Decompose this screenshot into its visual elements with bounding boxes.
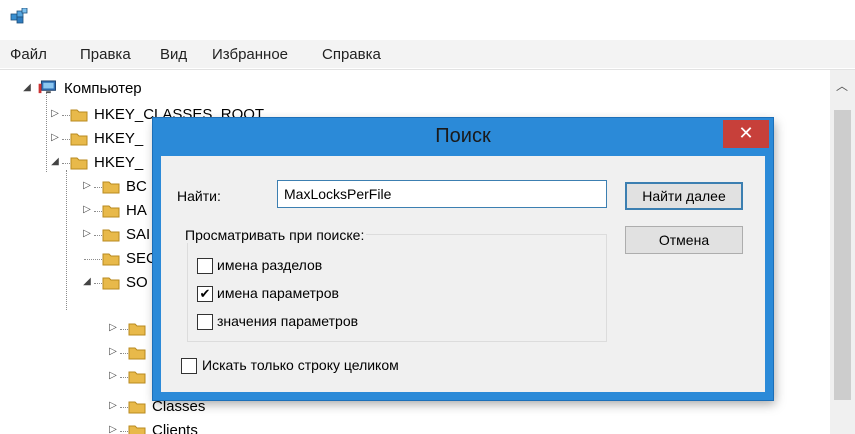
folder-icon (102, 277, 120, 290)
folder-icon (128, 347, 146, 360)
folder-icon (128, 323, 146, 336)
tree-guide-line (46, 92, 47, 172)
dialog-body: Найти: Найти далее Отмена Просматривать … (161, 156, 765, 392)
folder-icon (128, 425, 146, 434)
checkbox-match-whole-label[interactable]: Искать только строку целиком (202, 357, 399, 373)
collapse-arrow-icon[interactable]: ◢ (50, 157, 60, 167)
folder-icon (102, 229, 120, 242)
tree-node-child[interactable]: ▷ Clients (108, 420, 308, 434)
checkbox-value-data-label[interactable]: значения параметров (217, 313, 358, 329)
find-label: Найти: (177, 188, 221, 204)
menu-view[interactable]: Вид (160, 46, 187, 63)
window-titlebar (0, 0, 855, 32)
tree-node-label: Classes (152, 398, 206, 415)
folder-icon (70, 133, 88, 146)
collapse-arrow-icon[interactable]: ◢ (22, 83, 32, 93)
expand-arrow-icon[interactable]: ▷ (108, 371, 118, 381)
checkbox-match-whole[interactable] (181, 358, 197, 374)
expand-arrow-icon[interactable]: ▷ (108, 401, 118, 411)
registry-editor-icon[interactable] (10, 8, 28, 24)
menu-favorites[interactable]: Избранное (212, 46, 288, 63)
collapse-arrow-icon[interactable]: ◢ (82, 277, 92, 287)
tree-node-computer[interactable]: ◢ Компьютер (22, 78, 322, 100)
search-scope-title: Просматривать при поиске: (183, 227, 367, 243)
folder-icon (128, 401, 146, 414)
scroll-up-icon[interactable]: ︿ (836, 80, 848, 92)
dialog-title: Поиск (435, 125, 491, 147)
menu-file[interactable]: Файл (10, 46, 47, 63)
checkbox-key-names-label[interactable]: имена разделов (217, 257, 322, 273)
checkbox-value-names[interactable]: ✔ (197, 286, 213, 302)
tree-node-label: HA (126, 202, 147, 219)
tree-node-label: SO (126, 274, 148, 291)
folder-icon (102, 253, 120, 266)
folder-icon (70, 157, 88, 170)
find-dialog: Поиск ✕ Найти: Найти далее Отмена Просма… (153, 118, 773, 400)
folder-icon (102, 181, 120, 194)
expand-arrow-icon[interactable]: ▷ (82, 229, 92, 239)
tree-connector (84, 259, 104, 260)
computer-icon (38, 80, 56, 94)
checkbox-value-data[interactable] (197, 314, 213, 330)
menu-bar: Файл Правка Вид Избранное Справка (0, 40, 855, 68)
tree-node-label: BC (126, 178, 147, 195)
menu-edit[interactable]: Правка (80, 46, 131, 63)
expand-arrow-icon[interactable]: ▷ (82, 205, 92, 215)
find-next-button[interactable]: Найти далее (625, 182, 743, 210)
checkbox-key-names[interactable] (197, 258, 213, 274)
folder-icon (128, 371, 146, 384)
close-button[interactable]: ✕ (723, 120, 769, 148)
tree-guide-line (66, 170, 67, 310)
expand-arrow-icon[interactable]: ▷ (50, 133, 60, 143)
tree-node-label: Компьютер (64, 80, 142, 97)
folder-icon (102, 205, 120, 218)
expand-arrow-icon[interactable]: ▷ (108, 425, 118, 434)
tree-node-label: HKEY_ (94, 130, 144, 147)
scrollbar-thumb[interactable] (834, 110, 851, 400)
cancel-button[interactable]: Отмена (625, 226, 743, 254)
expand-arrow-icon[interactable]: ▷ (108, 323, 118, 333)
tree-node-label: HKEY_ (94, 154, 144, 171)
folder-icon (70, 109, 88, 122)
expand-arrow-icon[interactable]: ▷ (82, 181, 92, 191)
expand-arrow-icon[interactable]: ▷ (108, 347, 118, 357)
vertical-scrollbar[interactable]: ︿ (830, 70, 855, 434)
tree-node-label: Clients (152, 422, 198, 434)
checkbox-value-names-label[interactable]: имена параметров (217, 285, 339, 301)
expand-arrow-icon[interactable]: ▷ (50, 109, 60, 119)
find-input[interactable] (277, 180, 607, 208)
menu-help[interactable]: Справка (322, 46, 381, 63)
tree-node-label: SAI (126, 226, 151, 243)
